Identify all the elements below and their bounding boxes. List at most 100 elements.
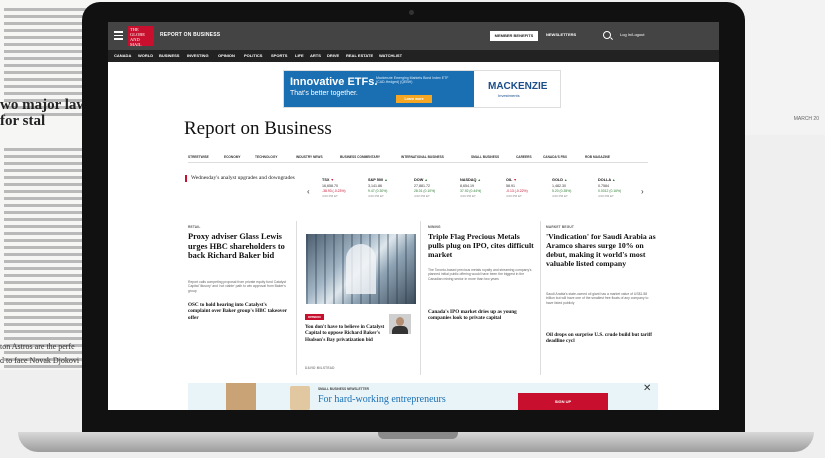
market-ticker[interactable]: DOLLA ▲ 0.7584 0.0012 (0.16%) 4:00 PM ET xyxy=(598,178,640,210)
ticker-name: NASDAQ ▲ xyxy=(460,178,481,182)
market-ticker[interactable]: TSX ▼ 16,658.70 -38.93 (-0.23%) 4:00 PM ET xyxy=(322,178,364,210)
nav-item-life[interactable]: LIFE xyxy=(295,53,304,58)
ticker-value: 1,482.30 xyxy=(552,184,566,188)
headline-opinion[interactable]: You don't have to believe in Catalyst Ca… xyxy=(305,324,385,343)
ticker-value: 16,658.70 xyxy=(322,184,338,188)
camera-icon xyxy=(409,10,414,15)
subnav-economy[interactable]: ECONOMY xyxy=(224,155,240,159)
nav-item-business[interactable]: BUSINESS xyxy=(159,53,179,58)
market-ticker[interactable]: GOLD ▲ 1,482.30 5.20 (0.35%) 4:00 PM ET xyxy=(552,178,594,210)
ticker-change: 5.20 (0.35%) xyxy=(552,189,572,193)
newsletter-banner: SMALL BUSINESS NEWSLETTER For hard-worki… xyxy=(188,383,658,410)
nav-item-politics[interactable]: POLITICS xyxy=(244,53,262,58)
related-story-link[interactable]: Canada's IPO market dries up as young co… xyxy=(428,309,534,322)
ticker-value: 0.7584 xyxy=(598,184,609,188)
story-image[interactable] xyxy=(306,234,416,304)
ticker-change: 37.92 (0.44%) xyxy=(460,189,482,193)
nav-item-world[interactable]: WORLD xyxy=(138,53,153,58)
market-ticker[interactable]: OIL ▼ 58.91 -0.13 (-0.22%) 4:00 PM ET xyxy=(506,178,548,210)
nav-item-real-estate[interactable]: REAL ESTATE xyxy=(346,53,373,58)
author-portrait xyxy=(389,314,411,334)
ticker-time: 4:00 PM ET xyxy=(598,194,614,198)
nav-item-sports[interactable]: SPORTS xyxy=(271,53,287,58)
page-title: Report on Business xyxy=(184,118,332,139)
laptop-base xyxy=(18,432,814,452)
ticker-change: 9.47 (0.30%) xyxy=(368,189,388,193)
market-ticker[interactable]: NASDAQ ▲ 8,654.19 37.92 (0.44%) 4:00 PM ET xyxy=(460,178,502,210)
related-story-link[interactable]: OSC to hold hearing into Catalyst's comp… xyxy=(188,302,290,321)
ad-panel: Innovative ETFs. That's better together.… xyxy=(284,71,474,107)
newsletters-link[interactable]: NEWSLETTERS xyxy=(546,32,576,37)
subnav-streetwise[interactable]: STREETWISE xyxy=(188,155,209,159)
market-ticker[interactable]: S&P 500 ▲ 3,141.86 9.47 (0.30%) 4:00 PM ET xyxy=(368,178,410,210)
nav-item-canada[interactable]: CANADA xyxy=(114,53,131,58)
laptop-screen: THE GLOBE AND MAIL REPORT ON BUSINESS ME… xyxy=(108,22,719,410)
story-label-market: MARKET BEGUT xyxy=(546,225,575,229)
background-date: MARCH 20 xyxy=(793,116,819,122)
ad-brand: MACKENZIE xyxy=(488,81,548,92)
author-byline: DAVID MILSTEAD xyxy=(305,366,335,370)
close-icon[interactable]: ✕ xyxy=(643,383,651,394)
headline-triple-flag[interactable]: Triple Flag Precious Metals pulls plug o… xyxy=(428,232,536,259)
newsletter-image xyxy=(290,386,310,410)
headline-glass-lewis[interactable]: Proxy adviser Glass Lewis urges HBC shar… xyxy=(188,232,294,261)
subnav-business-commentary[interactable]: BUSINESS COMMENTARY xyxy=(340,155,380,159)
nav-item-arts[interactable]: ARTS xyxy=(310,53,321,58)
chevron-left-icon[interactable]: ‹ xyxy=(307,187,310,196)
trend-arrow-icon: ▼ xyxy=(330,178,334,182)
background-newspaper-right: MARCH 20 xyxy=(735,0,825,135)
analyst-upgrades-link[interactable]: Wednesday's analyst upgrades and downgra… xyxy=(185,175,299,182)
ticker-change: -0.13 (-0.22%) xyxy=(506,189,528,193)
ad-subtitle: That's better together. xyxy=(290,90,358,97)
subnav-careers[interactable]: CAREERS xyxy=(516,155,532,159)
site-header: THE GLOBE AND MAIL REPORT ON BUSINESS ME… xyxy=(108,22,719,50)
ad-brand-sub: Investments xyxy=(498,93,520,98)
trend-arrow-icon: ▲ xyxy=(564,178,568,182)
opinion-badge: OPINION xyxy=(305,314,324,320)
chevron-right-icon[interactable]: › xyxy=(641,187,644,196)
ticker-name: S&P 500 ▲ xyxy=(368,178,388,182)
subnav-rob-magazine[interactable]: ROB MAGAZINE xyxy=(585,155,610,159)
nav-item-investing[interactable]: INVESTING xyxy=(187,53,209,58)
related-story-link[interactable]: Oil drops on surprise U.S. crude build b… xyxy=(546,332,654,345)
section-name[interactable]: REPORT ON BUSINESS xyxy=(160,32,220,38)
ticker-time: 4:00 PM ET xyxy=(506,194,522,198)
story-label-mining: MINING xyxy=(428,225,441,229)
ad-learn-more-button[interactable]: Learn more xyxy=(396,95,432,103)
column-divider xyxy=(420,221,421,375)
hamburger-menu-icon[interactable] xyxy=(114,31,123,40)
subnav-technology[interactable]: TECHNOLOGY xyxy=(255,155,278,159)
nav-item-watchlist[interactable]: WATCHLIST xyxy=(379,53,402,58)
headline-aramco[interactable]: 'Vindication' for Saudi Arabia as Aramco… xyxy=(546,232,658,268)
ticker-value: 58.91 xyxy=(506,184,515,188)
member-benefits-button[interactable]: MEMBER BENEFITS xyxy=(490,31,538,41)
ad-banner[interactable]: Innovative ETFs. That's better together.… xyxy=(283,70,561,108)
ticker-name: OIL ▼ xyxy=(506,178,517,182)
ticker-value: 3,141.86 xyxy=(368,184,382,188)
search-icon[interactable] xyxy=(603,31,611,39)
newsletter-image xyxy=(226,383,256,410)
story-summary: Report calls competing proposal from pri… xyxy=(188,280,286,293)
background-footer-line: d to face Novak Djokovi xyxy=(0,356,80,365)
market-ticker[interactable]: DOW ▲ 27,881.72 28.01 (0.10%) 4:00 PM ET xyxy=(414,178,456,210)
trend-arrow-icon: ▲ xyxy=(384,178,388,182)
ad-title: Innovative ETFs. xyxy=(290,76,378,88)
nav-item-drive[interactable]: DRIVE xyxy=(327,53,339,58)
column-divider xyxy=(296,221,297,375)
subnav-canadas-fbx[interactable]: CANADA'S FBX xyxy=(543,155,567,159)
site-logo[interactable]: THE GLOBE AND MAIL xyxy=(128,26,154,47)
subnav-international-business[interactable]: INTERNATIONAL BUSINESS xyxy=(401,155,444,159)
trend-arrow-icon: ▲ xyxy=(424,178,428,182)
ad-fine-print: Mackenzie Emerging Markets Bond Index ET… xyxy=(376,76,449,84)
ticker-value: 27,881.72 xyxy=(414,184,430,188)
ticker-time: 4:00 PM ET xyxy=(552,194,568,198)
ticker-time: 4:00 PM ET xyxy=(322,194,338,198)
story-summary: The Toronto-based precious metals royalt… xyxy=(428,268,532,281)
nav-item-opinion[interactable]: OPINION xyxy=(218,53,235,58)
trend-arrow-icon: ▲ xyxy=(477,178,481,182)
newsletter-title: For hard-working entrepreneurs xyxy=(318,394,446,405)
subnav-industry-news[interactable]: INDUSTRY NEWS xyxy=(296,155,323,159)
sign-up-button[interactable]: SIGN UP xyxy=(518,393,608,410)
login-link[interactable]: Log In/Logout xyxy=(620,32,644,37)
subnav-small-business[interactable]: SMALL BUSINESS xyxy=(471,155,499,159)
